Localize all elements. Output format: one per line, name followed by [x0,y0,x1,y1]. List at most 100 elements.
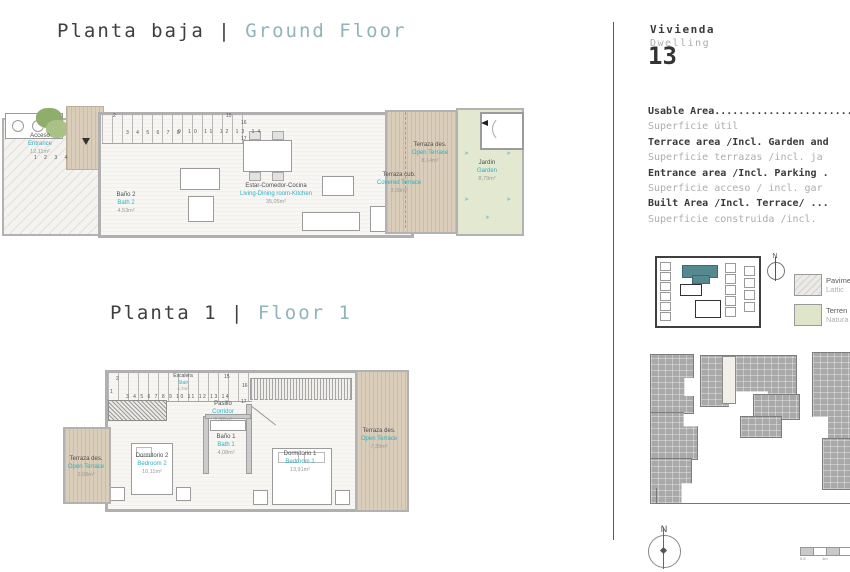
kitchen-counter [302,212,360,231]
key-building [725,285,736,295]
area-line-es: Superficie útil [648,121,739,133]
room-label-bath1: Baño 1 Bath 1 4,08m² [216,434,235,457]
title-separator: | [218,20,232,42]
drain-arrow-icon: ➤ [506,151,512,157]
room-label-bedroom2: Dormitorio 2 Bedroom 2 10,11m² [136,453,169,476]
room-area: 3,08m² [390,187,408,194]
key-building-highlighted [692,275,710,284]
room-area: 4,7m² [177,386,189,391]
floorplan-sheet: { "titles": { "ground": {"es": "Planta b… [0,0,850,572]
area-line: Entrance area /Incl. Parking . Superfici… [648,166,850,197]
title-separator: | [230,302,245,324]
key-building [660,272,671,281]
room-label-open-terrace: Terraza des. Open Terrace 8,14m² [412,142,448,165]
wall-segment [203,416,209,474]
room-name-en: Open Terrace [67,463,105,470]
ground-floor-plan: ➤ ➤ ➤ ➤ ➤ 3 4 5 6 7 8 9 10 11 12 13 14 2… [0,100,524,240]
room-name-en: Entrance [27,140,53,147]
key-building [725,263,736,273]
key-building [660,282,671,291]
room-area: 4,08m² [217,449,235,456]
room-name-en: Open Terrace [360,435,398,442]
room-name-en: Open Terrace [411,149,449,156]
door-arrow-icon [481,120,488,126]
area-line: Usable Area.......................... Su… [648,104,850,135]
room-name-es: Pasillo [214,401,232,407]
room-name-en: Covered Terrace [376,179,422,186]
room-name-es: Dormitorio 2 [135,453,169,459]
room-label-stair: Escalera Stair 4,7m² [173,373,192,392]
north-circle-icon [767,262,785,280]
room-area: 3,08m² [77,471,95,478]
scale-tick-label: 1m [822,556,828,561]
key-building [660,302,671,311]
site-boundary-line [656,503,850,504]
title-es: Planta baja [57,20,205,42]
nightstand [253,490,268,505]
sofa [180,168,220,190]
key-building [744,266,755,276]
area-line-en: Entrance area /Incl. Parking . [648,167,829,179]
room-name-en: Bedroom 1 [285,458,315,465]
room-area: 4,53m² [117,207,135,214]
room-label-living: Estar-Comedor-Cocina Living-Dining room-… [240,183,312,206]
floor1-title: Planta 1 | Floor 1 [110,302,352,324]
legend-entry-paving: Pavime Lattic [826,276,850,294]
key-building [660,262,671,271]
room-area: 8,14m² [421,157,439,164]
room-name-es: Estar-Comedor-Cocina [245,183,307,189]
floor1-plan: 2 1 3 4 5 6 7 8 9 10 11 12 13 14 15 16 1… [0,360,420,515]
title-es: Planta 1 [110,302,218,324]
site-building-block [822,438,850,490]
drain-arrow-icon: ➤ [464,197,470,203]
meter-icon [12,120,24,132]
room-area: 35,05m² [265,198,287,205]
stair-number: 1 2 3 4 [34,155,71,161]
stair-number: 16 [241,120,247,126]
kitchen-island [322,176,354,196]
room-name-en: Corridor [212,408,234,415]
chair [249,172,261,181]
area-line-en: Usable Area.......................... [648,106,850,117]
room-name-es: Jardín [478,160,496,166]
room-area: 7,39m² [370,443,388,450]
stair-number: 17 [241,136,247,142]
key-building [725,274,736,284]
room-label-covered-terrace: Terraza cub. Covered Terrace 3,08m² [377,172,421,195]
site-unit-highlighted [722,356,736,404]
area-line-es: Superficie terrazas /incl. ja [648,152,823,164]
scale-segment [839,547,850,556]
nightstand [335,490,350,505]
room-name-es: Terraza des. [413,142,447,148]
chair [272,172,284,181]
legend-label-line1: Pavime [826,276,850,285]
north-arrow-large: N [646,524,682,570]
stair-number: 1 [110,389,113,395]
stair-number: 9 10 11 12 13 14 [178,129,264,135]
room-name-en: Bath 2 [117,199,135,206]
legend-swatch-paving [794,274,822,296]
key-building [744,290,755,300]
room-area: 13,91m² [289,466,311,473]
room-name-es: Dormitorio 1 [283,451,317,457]
room-label-terrace-left: Terraza des. Open Terrace 3,08m² [68,456,104,479]
nightstand [110,487,125,501]
dining-table [243,140,292,172]
room-label-terrace-right: Terraza des. Open Terrace 7,39m² [361,428,397,451]
room-name-en: Bedroom 2 [137,460,167,467]
stair-number: 17 [241,399,247,405]
area-line-es: Superficie construida /incl. [648,213,817,225]
room-name-en: Garden [476,167,498,174]
stair-number: 16 [242,383,248,389]
door-arc [492,116,518,142]
title-en: Ground Floor [245,20,407,42]
armchair [188,196,214,222]
scale-tick-label: 0.5 [800,556,806,561]
wardrobe [108,400,167,421]
drain-arrow-icon: ➤ [506,197,512,203]
stair-number: 3 4 5 6 7 8 [126,130,183,136]
area-line: Built Area /Incl. Terrace/ ... Superfici… [648,196,850,227]
site-building-block [650,412,698,460]
title-en: Floor 1 [257,302,352,324]
site-plan [648,350,850,510]
